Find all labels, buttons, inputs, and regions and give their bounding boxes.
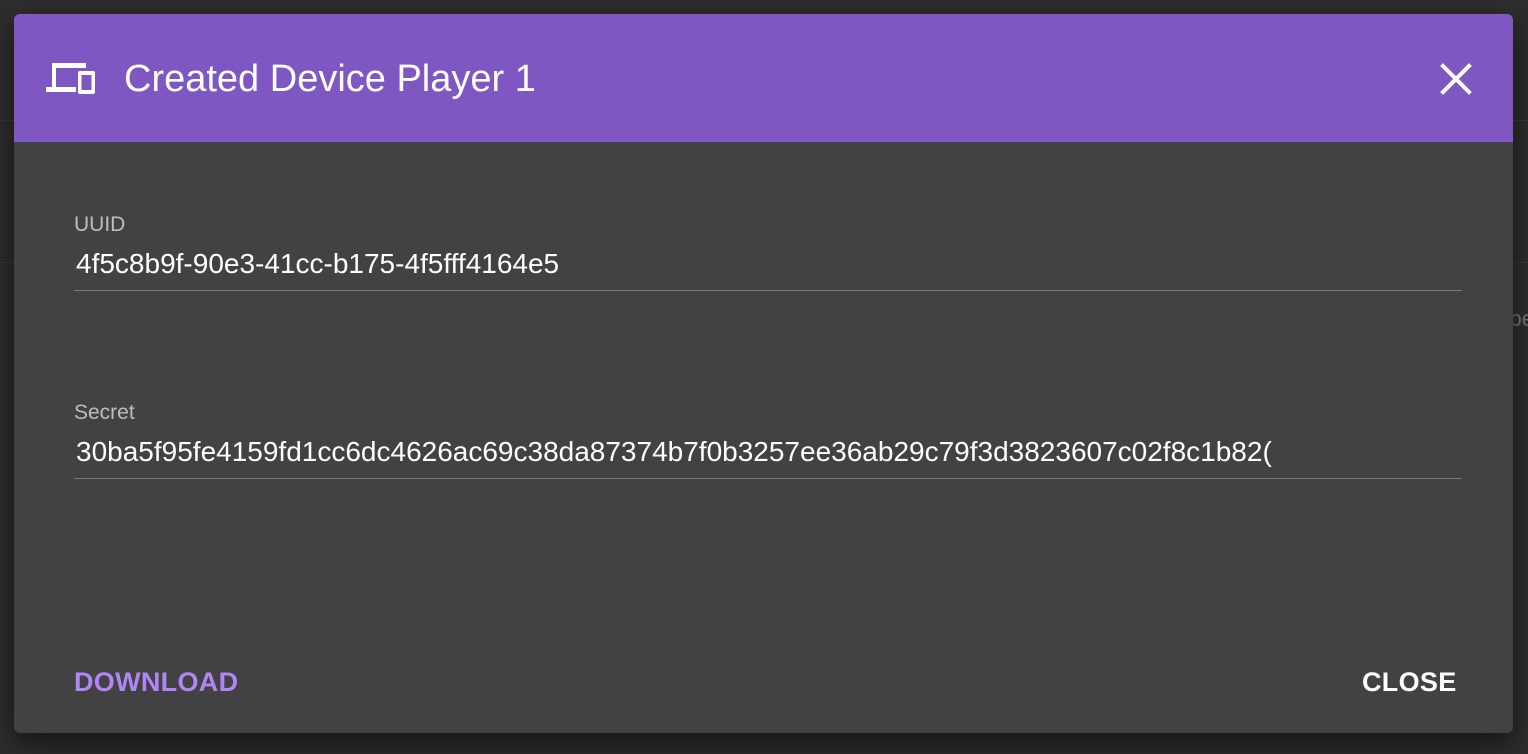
devices-icon <box>46 61 96 95</box>
dialog-header: Created Device Player 1 <box>14 14 1513 142</box>
download-button[interactable]: DOWNLOAD <box>74 664 238 700</box>
close-icon[interactable] <box>1438 61 1474 97</box>
uuid-field: UUID <box>74 212 1462 291</box>
secret-field: Secret <box>74 400 1462 479</box>
uuid-label: UUID <box>74 213 126 236</box>
secret-label: Secret <box>74 401 135 424</box>
dialog-title: Created Device Player 1 <box>124 58 536 100</box>
created-device-dialog: Created Device Player 1 UUID Secret DOWN… <box>14 14 1513 733</box>
close-button[interactable]: CLOSE <box>1362 664 1457 700</box>
uuid-input[interactable] <box>74 248 1462 291</box>
secret-input[interactable] <box>74 436 1462 479</box>
